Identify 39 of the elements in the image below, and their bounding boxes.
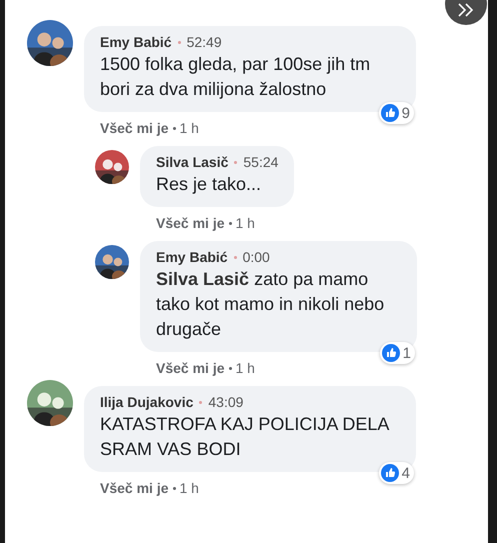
like-reaction-icon [382,344,400,362]
video-timestamp[interactable]: 43:09 [208,394,244,410]
avatar[interactable] [27,380,73,426]
like-link[interactable]: Všeč mi je [100,480,168,496]
avatar[interactable] [27,20,73,66]
comment-age: 1 h [180,120,199,136]
double-chevron-icon [457,3,475,17]
comment-age: 1 h [236,360,255,376]
separator-dot [199,400,202,404]
video-timestamp[interactable]: 55:24 [243,154,278,170]
avatar[interactable] [95,245,129,279]
reaction-count[interactable]: 9 [378,102,414,124]
avatar[interactable] [95,150,129,184]
reaction-count[interactable]: 4 [378,462,414,484]
comment-text: 1500 folka gleda, par 100se jih tm bori za dva milijona žalostno [100,53,372,101]
like-link[interactable]: Všeč mi je [156,215,224,231]
video-timestamp[interactable]: 52:49 [186,34,222,50]
author-name[interactable]: Emy Babić [100,34,172,50]
like-reaction-icon [380,464,399,482]
separator-dot [234,160,238,164]
comment-text: Silva Lasič zato pa mamo tako kot mamo in nikoli nebo drugače [156,268,386,341]
separator-dot [234,256,237,258]
separator-dot [172,126,176,130]
comment-text: Res je tako... [156,173,262,196]
like-reaction-icon [380,104,399,122]
comment-age: 1 h [180,480,199,496]
like-link[interactable]: Všeč mi je [156,360,224,376]
comment-text: KATASTROFA KAJ POLICIJA DELA SRAM VAS BODI [100,413,390,461]
separator-dot [178,40,181,44]
author-name[interactable]: Ilija Dujakovic [100,394,194,410]
separator-dot [228,366,232,370]
video-timestamp[interactable]: 0:00 [242,249,270,265]
reaction-count[interactable]: 1 [380,342,415,364]
like-link[interactable]: Všeč mi je [100,120,168,136]
separator-dot [172,486,176,490]
author-name[interactable]: Silva Lasič [156,154,228,170]
comment-age: 1 h [236,215,255,231]
author-name[interactable]: Emy Babić [156,249,228,265]
separator-dot [228,222,232,224]
